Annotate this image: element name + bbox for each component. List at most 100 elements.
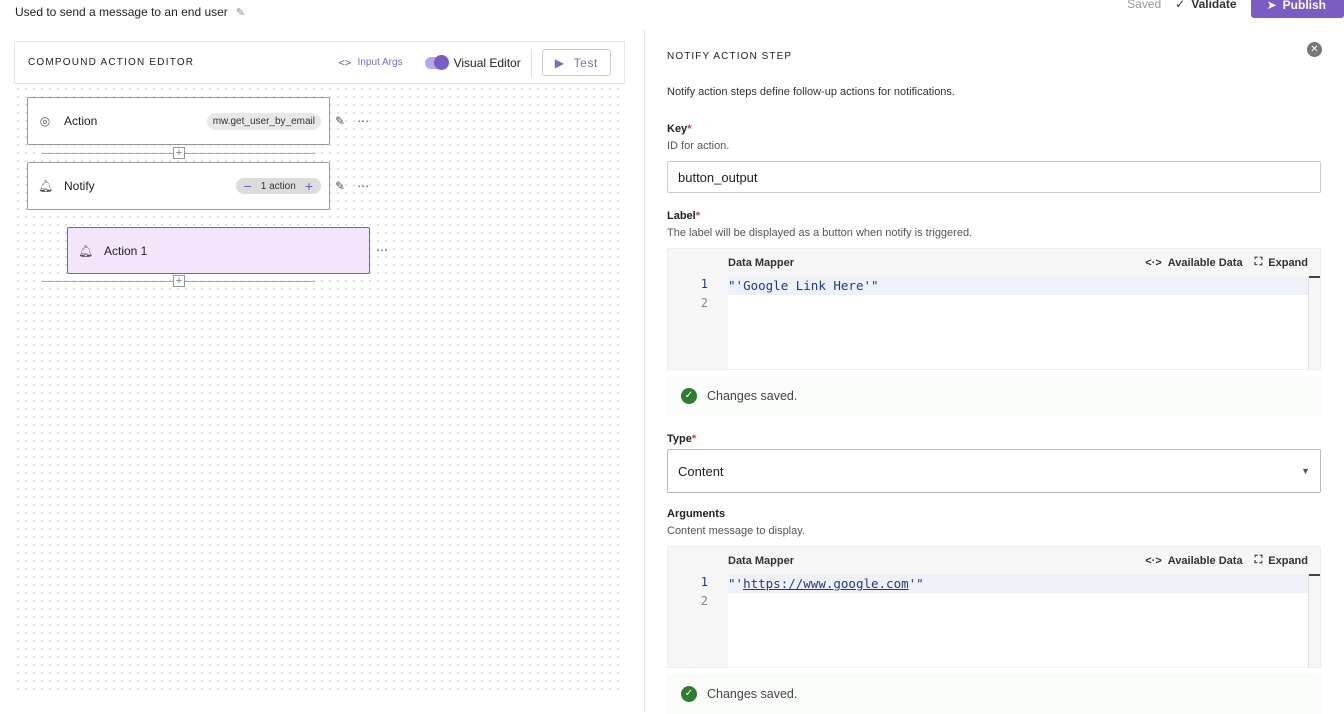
expand-label: Expand xyxy=(1268,554,1308,567)
test-button[interactable]: ▶ Test xyxy=(541,49,611,76)
mapper-header: Data Mapper <·> Available Data ⛶ Expand xyxy=(728,547,1320,574)
description-header: Used to send a message to an end user ✎ xyxy=(15,5,245,19)
type-value: Content xyxy=(678,463,724,479)
label-saved-status: ✓ Changes saved. xyxy=(667,376,1321,416)
code-value: Google Link Here xyxy=(743,278,864,293)
input-args-label: Input Args xyxy=(357,57,403,68)
code-url[interactable]: https://www.google.com xyxy=(743,576,909,591)
more-icon[interactable]: ⋯ xyxy=(376,243,388,257)
compound-action-editor: COMPOUND ACTION EDITOR <> Input Args Vis… xyxy=(14,41,625,691)
available-data-button[interactable]: <·> Available Data xyxy=(1145,257,1242,269)
available-data-label: Available Data xyxy=(1167,554,1243,567)
child-action-node[interactable]: 🔔︎ Action 1 xyxy=(67,227,370,274)
expand-button[interactable]: ⛶ Expand xyxy=(1255,256,1308,269)
action-node[interactable]: ◎ Action mw.get_user_by_email xyxy=(27,97,330,145)
visual-editor-label: Visual Editor xyxy=(453,55,521,70)
visual-editor-toggle[interactable] xyxy=(424,54,449,70)
test-label: Test xyxy=(573,55,598,70)
top-actions: Saved ✓ Validate ➤ Publish xyxy=(1127,0,1344,18)
label-data-mapper: Data Mapper <·> Available Data ⛶ Expand … xyxy=(667,248,1321,370)
status-text: Changes saved. xyxy=(707,389,798,403)
input-args-button[interactable]: <> Input Args xyxy=(338,56,402,69)
minus-icon[interactable]: − xyxy=(244,179,252,193)
action-icon: ◎ xyxy=(39,114,51,128)
expand-button[interactable]: ⛶ Expand xyxy=(1255,554,1308,567)
add-step-icon[interactable]: + xyxy=(173,147,185,159)
caret-down-icon: ▼ xyxy=(1301,466,1310,476)
arguments-help: Content message to display. xyxy=(667,525,805,537)
node-tools: ✎ ⋯ xyxy=(335,114,369,128)
arguments-data-mapper: Data Mapper <·> Available Data ⛶ Expand … xyxy=(667,546,1321,668)
line-gutter: 1 2 xyxy=(668,574,728,667)
line-gutter: 1 2 xyxy=(668,276,728,369)
editor-canvas[interactable]: ◎ Action mw.get_user_by_email ✎ ⋯ + 🔔︎ N… xyxy=(14,85,625,691)
arguments-saved-status: ✓ Changes saved. xyxy=(667,674,1321,714)
play-icon: ▶ xyxy=(554,55,565,70)
notify-action-panel: NOTIFY ACTION STEP ✕ Notify action steps… xyxy=(644,30,1344,714)
label-help: The label will be displayed as a button … xyxy=(667,227,973,239)
required-mark: * xyxy=(695,210,701,222)
node-tools: ⋯ xyxy=(376,243,388,257)
code-editor[interactable]: "'Google Link Here'" xyxy=(728,276,1308,369)
action-count-chip: − 1 action + xyxy=(235,178,321,194)
pencil-icon[interactable]: ✎ xyxy=(236,6,245,19)
panel-description: Notify action steps define follow-up act… xyxy=(667,86,955,98)
notify-node[interactable]: 🔔︎ Notify − 1 action + xyxy=(27,162,330,210)
status-text: Changes saved. xyxy=(707,687,798,701)
line-number: 1 xyxy=(700,277,708,291)
required-mark: * xyxy=(691,433,697,445)
expand-icon: ⛶ xyxy=(1254,554,1263,566)
more-icon[interactable]: ⋯ xyxy=(357,179,369,193)
validate-button[interactable]: ✓ Validate xyxy=(1175,0,1236,11)
publish-button[interactable]: ➤ Publish xyxy=(1250,0,1344,18)
pencil-icon[interactable]: ✎ xyxy=(335,179,345,193)
mapper-header: Data Mapper <·> Available Data ⛶ Expand xyxy=(728,249,1320,276)
description-text: Used to send a message to an end user xyxy=(15,5,228,19)
type-label-text: Type xyxy=(667,433,692,445)
saved-status: Saved xyxy=(1127,0,1162,11)
close-icon[interactable]: ✕ xyxy=(1307,42,1322,57)
line-number: 2 xyxy=(700,296,708,310)
type-select[interactable]: Content ▼ xyxy=(667,449,1321,493)
line-number: 2 xyxy=(700,594,708,608)
editor-header: COMPOUND ACTION EDITOR <> Input Args Vis… xyxy=(14,41,625,84)
code-quote: "' xyxy=(728,278,744,293)
divider xyxy=(530,48,532,77)
panel-title: NOTIFY ACTION STEP xyxy=(667,51,793,62)
node-label: Action 1 xyxy=(104,243,148,258)
code-line: "'https://www.google.com'" xyxy=(728,574,1308,593)
plus-icon[interactable]: + xyxy=(305,179,313,193)
node-label: Action xyxy=(64,114,98,128)
check-circle-icon: ✓ xyxy=(681,388,697,404)
action-chip: mw.get_user_by_email xyxy=(206,112,321,130)
check-circle-icon: ✓ xyxy=(681,686,697,702)
add-step-icon[interactable]: + xyxy=(173,275,185,287)
code-line: "'Google Link Here'" xyxy=(728,276,1308,295)
available-data-label: Available Data xyxy=(1167,256,1243,269)
label-label: Label* xyxy=(667,210,700,222)
node-tools: ✎ ⋯ xyxy=(335,179,369,193)
key-help: ID for action. xyxy=(667,140,730,152)
code-quote: '" xyxy=(863,278,879,293)
required-mark: * xyxy=(687,123,692,135)
action-count: 1 action xyxy=(260,180,296,192)
mapper-title: Data Mapper xyxy=(728,256,795,269)
key-input[interactable]: button_output xyxy=(667,161,1321,193)
key-label-text: Key xyxy=(667,123,688,135)
check-icon: ✓ xyxy=(1175,0,1186,11)
code-editor[interactable]: "'https://www.google.com'" xyxy=(728,574,1308,667)
node-label: Notify xyxy=(64,179,95,193)
more-icon[interactable]: ⋯ xyxy=(357,114,369,128)
bell-icon: 🔔︎ xyxy=(38,179,54,193)
expand-label: Expand xyxy=(1268,256,1308,269)
code-icon: <> xyxy=(338,56,352,69)
expand-icon: ⛶ xyxy=(1254,256,1263,268)
bell-icon: 🔔︎ xyxy=(78,243,94,258)
available-data-button[interactable]: <·> Available Data xyxy=(1145,555,1242,567)
scrollbar[interactable] xyxy=(1308,574,1320,667)
code-icon: <·> xyxy=(1145,554,1162,567)
publish-icon: ➤ xyxy=(1266,0,1277,12)
editor-title: COMPOUND ACTION EDITOR xyxy=(28,57,195,68)
scrollbar[interactable] xyxy=(1308,276,1320,369)
pencil-icon[interactable]: ✎ xyxy=(335,114,345,128)
